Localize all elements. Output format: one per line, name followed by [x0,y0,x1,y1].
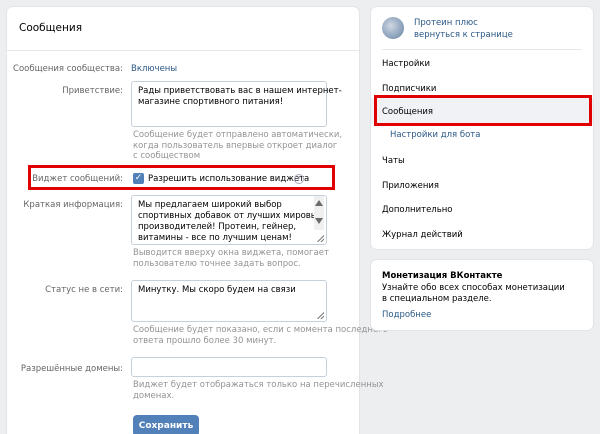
short-info-line: спортивных добавок от лучших мировых [138,211,323,221]
sidebar-divider [382,49,582,50]
allowed-domains-label: Разрешённые домены: [20,364,123,374]
monetization-promo: Монетизация ВКонтакте Узнайте обо всех с… [371,260,593,330]
page-title: Сообщения [19,22,83,34]
offline-status-label: Статус не в сети: [45,285,123,295]
greeting-textarea[interactable]: Рады приветствовать вас в нашем интернет… [131,81,342,127]
offline-status-textarea[interactable]: Минутку. Мы скоро будем на связи [131,280,327,322]
sidebar-item-action-log[interactable]: Журнал действий [382,230,463,240]
sidebar-item-chats[interactable]: Чаты [382,156,405,166]
widget-checkbox-label[interactable]: Разрешить использование виджета [148,174,309,184]
greeting-label: Приветствие: [62,86,123,96]
short-info-scrollbar[interactable] [314,196,324,230]
greeting-line: Рады приветствовать вас в нашем интернет… [138,86,342,96]
sidebar-item-apps[interactable]: Приложения [382,181,439,191]
sidebar-item-bot-settings[interactable]: Настройки для бота [390,130,480,140]
resize-handle-icon[interactable] [317,235,324,242]
community-messages-status-link[interactable]: Включены [131,64,177,74]
short-info-textarea[interactable]: Мы предлагаем широкий выбор спортивных д… [131,195,327,245]
back-to-page-link[interactable]: вернуться к странице [414,30,513,40]
messages-highlight-frame [374,95,592,126]
save-button[interactable]: Сохранить [133,415,199,434]
community-name-link[interactable]: Протеин плюс [414,18,478,28]
title-divider [7,50,359,51]
short-info-hint: Выводится вверху окна виджета, помогает … [133,248,329,269]
widget-checkbox[interactable]: ✓ [133,173,144,184]
sidebar-item-subscribers[interactable]: Подписчики [382,84,436,94]
short-info-line: витамины - все по лучшим ценам! [138,233,292,243]
sidebar-item-additional[interactable]: Дополнительно [382,205,453,215]
widget-label: Виджет сообщений: [32,174,123,184]
help-icon[interactable]: ? [294,174,304,184]
sidebar-item-settings[interactable]: Настройки [382,59,430,69]
greeting-hint: Сообщение будет отправлено автоматически… [133,130,343,161]
promo-more-link[interactable]: Подробнее [382,310,431,320]
short-info-line: производителей! Протеин, гейнер, [138,222,297,232]
greeting-line: магазине спортивного питания! [138,97,284,107]
community-avatar-icon[interactable] [382,17,404,39]
checkbox-check-icon: ✓ [134,173,143,183]
resize-handle-icon[interactable] [317,312,324,319]
allowed-domains-input[interactable] [131,357,327,377]
allowed-domains-hint: Виджет будет отображаться только на пере… [133,380,384,401]
promo-text: Узнайте обо всех способах монетизации в … [382,283,565,304]
promo-title: Монетизация ВКонтакте [382,271,503,281]
scroll-down-arrow-icon[interactable] [315,218,323,224]
scroll-up-arrow-icon[interactable] [315,200,323,206]
settings-main-panel: Сообщения Сообщения сообщества: Включены… [7,7,388,434]
offline-status-text: Минутку. Мы скоро будем на связи [138,285,296,295]
community-messages-label: Сообщения сообщества: [13,64,123,74]
offline-status-hint: Сообщение будет показано, если с момента… [133,325,388,346]
short-info-label: Краткая информация: [23,200,123,210]
settings-sidebar: Протеин плюс вернуться к странице Настро… [371,7,593,249]
short-info-line: Мы предлагаем широкий выбор [138,200,282,210]
